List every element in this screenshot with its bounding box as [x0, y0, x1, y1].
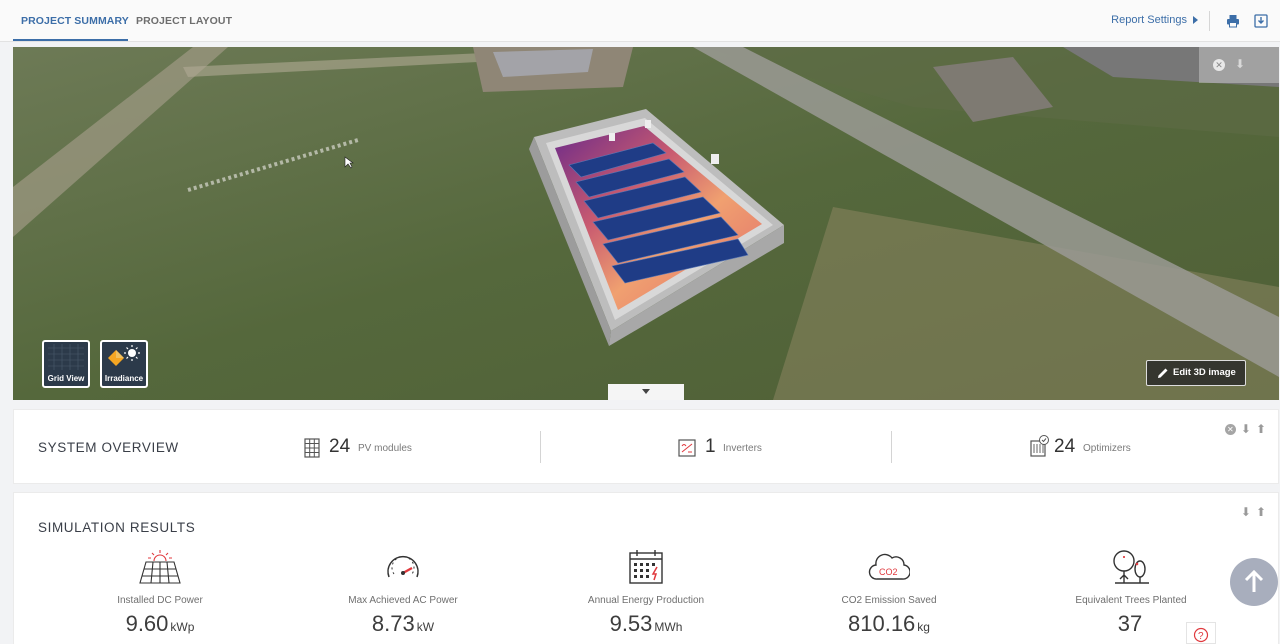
- co2-cloud-icon: CO2: [868, 553, 910, 580]
- edit-3d-image-button[interactable]: Edit 3D image: [1146, 360, 1246, 386]
- irradiance-icon: [108, 345, 140, 366]
- annual-energy-unit: MWh: [654, 620, 683, 634]
- grid-view-label: Grid View: [47, 374, 85, 383]
- max-ac-power-value: 8.73: [371, 611, 415, 636]
- annual-energy-label: Annual Energy Production: [587, 595, 705, 606]
- optimizers-label: Optimizers: [1083, 443, 1131, 454]
- help-button[interactable]: ?: [1186, 622, 1216, 644]
- optimizers-count: 24: [1054, 436, 1076, 457]
- max-ac-power-label: Max Achieved AC Power: [348, 595, 458, 606]
- svg-text:?: ?: [1198, 631, 1204, 642]
- simulation-results-card: SIMULATION RESULTS ⬇ ⬆ Installed DC Power…: [13, 492, 1279, 644]
- installed-dc-power-label: Installed DC Power: [117, 595, 203, 606]
- tab-project-layout[interactable]: PROJECT LAYOUT: [136, 0, 232, 42]
- simulation-results-title: SIMULATION RESULTS: [38, 520, 196, 535]
- irradiance-label: Irradiance: [104, 374, 144, 383]
- question-mark-icon: ?: [1193, 627, 1209, 643]
- card-controls: ⬇ ⬆: [1236, 503, 1266, 521]
- installed-dc-power-value: 9.60: [125, 611, 169, 636]
- co2-saved-label: CO2 Emission Saved: [841, 595, 937, 606]
- inverters-count: 1: [705, 436, 716, 457]
- 3d-image-viewer[interactable]: ✕ ⬇ Grid View Irradiance Edit 3D image: [13, 47, 1279, 400]
- system-overview-title: SYSTEM OVERVIEW: [38, 440, 179, 455]
- annual-energy-value: 9.53: [609, 611, 653, 636]
- arrow-down-icon[interactable]: ⬇: [1241, 422, 1251, 436]
- card-controls: ✕ ⬇ ⬆: [1220, 420, 1266, 438]
- annual-energy-value-line: 9.53 MWh: [561, 611, 731, 637]
- calendar-icon: [629, 550, 663, 584]
- irradiance-button[interactable]: Irradiance: [100, 340, 148, 388]
- active-tab-indicator: [13, 39, 128, 41]
- co2-saved-value-line: 810.16 kg: [804, 611, 974, 637]
- solar-panel-icon: [139, 550, 181, 584]
- aerial-3d-scene[interactable]: [13, 47, 1279, 400]
- co2-saved-unit: kg: [917, 620, 930, 634]
- close-icon[interactable]: ✕: [1224, 424, 1236, 435]
- scroll-to-top-button[interactable]: [1230, 558, 1278, 606]
- installed-dc-power: Installed DC Power 9.60 kWp: [75, 549, 245, 637]
- download-icon[interactable]: [1254, 14, 1268, 28]
- max-ac-power-value-line: 8.73 kW: [318, 611, 488, 637]
- trees-icon: [1113, 550, 1149, 584]
- inverters-label: Inverters: [723, 443, 762, 454]
- inverter-icon: [678, 439, 696, 457]
- max-ac-power-unit: kW: [416, 620, 435, 634]
- overview-divider: [540, 431, 541, 463]
- toolbar-divider: [1209, 11, 1210, 31]
- arrow-down-icon[interactable]: ⬇: [1241, 505, 1251, 519]
- co2-emission-saved: CO2 CO2 Emission Saved 810.16 kg: [804, 549, 974, 637]
- trees-planted-value: 37: [1117, 611, 1143, 636]
- tab-project-summary[interactable]: PROJECT SUMMARY: [21, 0, 129, 42]
- installed-dc-power-unit: kWp: [170, 620, 195, 634]
- co2-saved-value: 810.16: [848, 611, 916, 636]
- installed-dc-power-value-line: 9.60 kWp: [75, 611, 245, 637]
- pv-modules-label: PV modules: [358, 443, 412, 454]
- edit-3d-image-label: Edit 3D image: [1173, 367, 1236, 378]
- grid-view-button[interactable]: Grid View: [42, 340, 90, 388]
- pv-module-icon: [304, 438, 320, 458]
- svg-text:CO2: CO2: [879, 567, 898, 577]
- arrow-up-icon: [1244, 569, 1264, 592]
- overview-divider: [891, 431, 892, 463]
- arrow-down-icon[interactable]: ⬇: [1235, 57, 1245, 71]
- system-overview-card: SYSTEM OVERVIEW ✕ ⬇ ⬆ 24 PV modules 1 Inve…: [13, 409, 1279, 484]
- close-icon[interactable]: ✕: [1213, 59, 1225, 71]
- pencil-icon: [1158, 368, 1168, 378]
- chevron-down-icon: [642, 389, 650, 394]
- top-tab-bar: PROJECT SUMMARY PROJECT LAYOUT Report Se…: [0, 0, 1280, 42]
- optimizer-icon: [1030, 435, 1049, 457]
- report-settings-label: Report Settings: [1111, 14, 1187, 26]
- max-achieved-ac-power: Max Achieved AC Power 8.73 kW: [318, 549, 488, 637]
- grid-view-icon: [48, 344, 84, 370]
- pv-modules-count: 24: [329, 436, 351, 457]
- print-icon[interactable]: [1226, 14, 1240, 28]
- report-settings-link[interactable]: Report Settings: [1111, 14, 1198, 26]
- viewer-controls: ✕ ⬇: [1199, 47, 1279, 83]
- trees-planted-label: Equivalent Trees Planted: [1075, 595, 1187, 606]
- annual-energy-production: Annual Energy Production 9.53 MWh: [561, 549, 731, 637]
- gauge-icon: [387, 555, 419, 578]
- collapse-viewer-toggle[interactable]: [608, 384, 684, 400]
- caret-right-icon: [1193, 16, 1198, 25]
- arrow-up-icon[interactable]: ⬆: [1256, 422, 1266, 436]
- arrow-up-icon[interactable]: ⬆: [1256, 505, 1266, 519]
